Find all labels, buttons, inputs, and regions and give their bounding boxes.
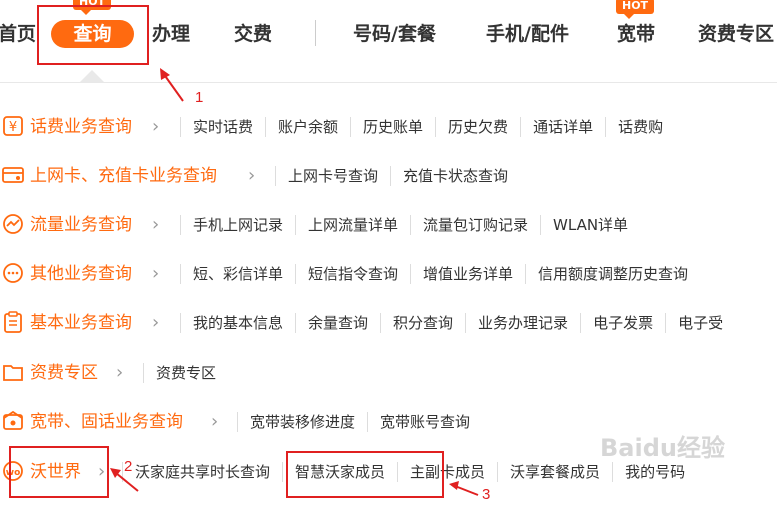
- annotation-label-3: 3: [482, 486, 491, 503]
- annotation-label-1: 1: [195, 89, 204, 106]
- annotation-label-2: 2: [124, 458, 133, 475]
- annotation-arrows: [110, 68, 479, 496]
